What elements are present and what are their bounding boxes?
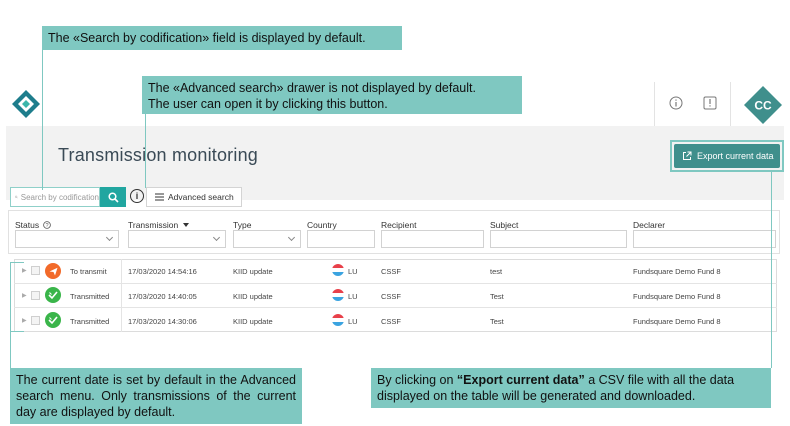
type-text: KIID update xyxy=(233,267,273,276)
type-filter-select[interactable] xyxy=(233,230,301,248)
declarer-text: Fundsquare Demo Fund 8 xyxy=(633,267,721,276)
column-divider xyxy=(121,259,122,332)
alert-icon[interactable] xyxy=(703,96,717,110)
row-divider xyxy=(14,307,777,308)
hamburger-icon xyxy=(155,193,164,201)
advanced-search-button[interactable]: Advanced search xyxy=(146,187,242,207)
search-icon xyxy=(107,191,119,203)
lu-flag-icon xyxy=(332,264,344,276)
callout-leader-line xyxy=(10,262,24,263)
subject-filter-input[interactable] xyxy=(490,230,627,248)
row-checkbox[interactable] xyxy=(31,266,40,275)
transmission-date: 17/03/2020 14:40:05 xyxy=(128,292,197,301)
callout-export: By clicking on “Export current data” a C… xyxy=(371,368,771,408)
country-code: LU xyxy=(348,267,358,276)
app-logo[interactable] xyxy=(10,88,42,120)
header-divider xyxy=(654,82,655,126)
callout-current-date: The current date is set by default in th… xyxy=(10,368,302,424)
search-button[interactable] xyxy=(100,187,126,207)
transmitted-status-icon xyxy=(45,287,61,303)
chevron-down-icon xyxy=(212,233,221,242)
header-divider xyxy=(730,82,731,126)
country-code: LU xyxy=(348,317,358,326)
callout-leader-line xyxy=(145,114,146,188)
callout-leader-line xyxy=(10,262,11,368)
column-header-transmission[interactable]: Transmission xyxy=(128,220,189,230)
declarer-text: Fundsquare Demo Fund 8 xyxy=(633,292,721,301)
status-text: Transmitted xyxy=(70,292,110,301)
callout-leader-line xyxy=(42,50,43,190)
chevron-down-icon xyxy=(287,233,296,242)
export-label: Export current data xyxy=(697,151,774,161)
row-expand-icon[interactable]: ▶ xyxy=(22,317,27,324)
country-filter-input[interactable] xyxy=(307,230,375,248)
sort-desc-icon xyxy=(182,223,189,227)
status-filter-select[interactable] xyxy=(15,230,119,248)
column-header-status[interactable]: Status ? xyxy=(15,220,52,230)
declarer-filter-input[interactable] xyxy=(633,230,776,248)
row-expand-icon[interactable]: ▶ xyxy=(22,292,27,299)
search-icon xyxy=(15,195,18,199)
page-title: Transmission monitoring xyxy=(58,145,258,165)
export-current-data-button[interactable]: Export current data xyxy=(674,144,780,168)
callout-leader-line xyxy=(771,172,772,368)
avatar-initials: CC xyxy=(754,99,772,113)
recipient-text: CSSF xyxy=(381,292,402,301)
external-link-icon xyxy=(683,151,692,160)
search-info-icon[interactable]: i xyxy=(130,189,144,203)
column-header-subject[interactable]: Subject xyxy=(490,220,518,230)
status-text: Transmitted xyxy=(70,317,110,326)
search-codification-input[interactable]: Search by codification xyxy=(10,187,100,207)
subject-text: test xyxy=(490,267,503,276)
recipient-text: CSSF xyxy=(381,267,402,276)
lu-flag-icon xyxy=(332,289,344,301)
row-expand-icon[interactable]: ▶ xyxy=(22,267,27,274)
recipient-text: CSSF xyxy=(381,317,402,326)
column-header-declarer[interactable]: Declarer xyxy=(633,220,665,230)
recipient-filter-input[interactable] xyxy=(381,230,484,248)
row-divider xyxy=(14,283,777,284)
transmission-date: 17/03/2020 14:54:16 xyxy=(128,267,197,276)
callout-advanced-drawer: The «Advanced search» drawer is not disp… xyxy=(142,76,522,114)
subject-text: Test xyxy=(490,292,504,301)
type-text: KIID update xyxy=(233,292,273,301)
country-code: LU xyxy=(348,292,358,301)
user-avatar[interactable]: CC xyxy=(743,85,783,125)
transmission-filter-select[interactable] xyxy=(128,230,226,248)
row-checkbox[interactable] xyxy=(31,316,40,325)
chevron-down-icon xyxy=(105,233,114,242)
transmitted-status-icon xyxy=(45,312,61,328)
column-header-type[interactable]: Type xyxy=(233,220,251,230)
transmission-date: 17/03/2020 14:30:06 xyxy=(128,317,197,326)
help-icon[interactable]: ? xyxy=(43,221,52,229)
lu-flag-icon xyxy=(332,314,344,326)
type-text: KIID update xyxy=(233,317,273,326)
subject-text: Test xyxy=(490,317,504,326)
search-placeholder: Search by codification xyxy=(20,192,99,202)
callout-search-default: The «Search by codification» field is di… xyxy=(42,26,402,50)
send-status-icon xyxy=(45,263,61,279)
column-header-recipient[interactable]: Recipient xyxy=(381,220,416,230)
info-circle-icon[interactable] xyxy=(669,96,683,110)
advanced-search-label: Advanced search xyxy=(168,192,234,202)
callout-leader-line xyxy=(10,331,24,332)
declarer-text: Fundsquare Demo Fund 8 xyxy=(633,317,721,326)
svg-text:?: ? xyxy=(46,223,49,229)
status-text: To transmit xyxy=(70,267,107,276)
column-header-country[interactable]: Country xyxy=(307,220,337,230)
row-checkbox[interactable] xyxy=(31,291,40,300)
